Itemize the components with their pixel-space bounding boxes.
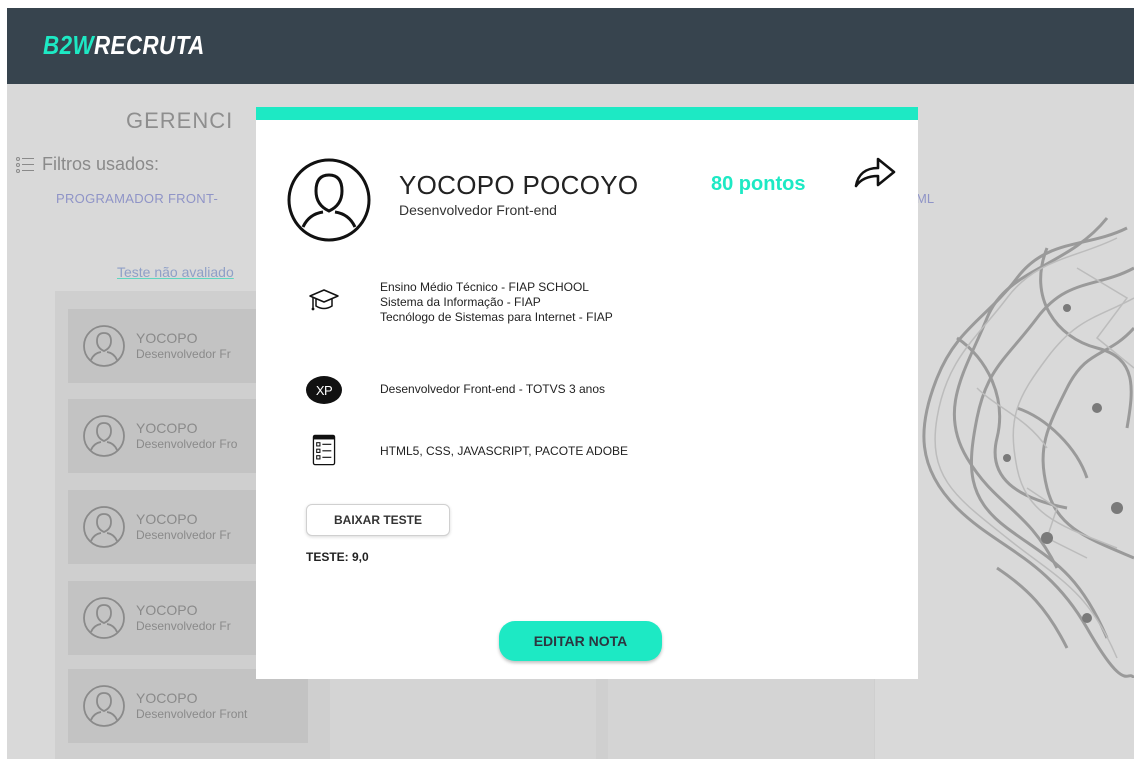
education-row: Ensino Médio Técnico - FIAP SCHOOL Siste… (304, 280, 613, 325)
candidate-points: 80 pontos (711, 173, 806, 195)
app-frame: B2WRECRUTA GERENCI Filtros usados: PROGR… (7, 8, 1134, 759)
candidate-role: Desenvolvedor Fr (136, 528, 231, 542)
education-item: Sistema da Informação - FIAP (380, 295, 541, 309)
page-title: GERENCI (126, 108, 234, 133)
brand-logo[interactable]: B2WRECRUTA (43, 30, 205, 61)
education-item: Tecnólogo de Sistemas para Internet - FI… (380, 310, 613, 324)
skills-row: HTML5, CSS, JAVASCRIPT, PACOTE ADOBE (304, 430, 628, 470)
checklist-icon (304, 430, 344, 470)
candidate-card[interactable]: YOCOPO Desenvolvedor Front (68, 669, 308, 743)
candidates-column (330, 668, 596, 759)
filter-chip-html[interactable]: ML (916, 191, 934, 206)
candidate-name: YOCOPO (136, 330, 198, 346)
candidate-role: Desenvolvedor Front (136, 707, 248, 721)
candidate-role: Desenvolvedor Fro (136, 437, 238, 451)
candidate-detail-modal: YOCOPO POCOYO Desenvolvedor Front-end 80… (256, 107, 918, 679)
filters-header: Filtros usados: (16, 154, 159, 175)
user-avatar-icon (287, 158, 371, 242)
user-avatar-icon (83, 597, 125, 639)
candidate-name: YOCOPO (136, 420, 198, 436)
filters-label: Filtros usados: (42, 154, 160, 174)
xp-badge: XP (306, 376, 342, 404)
education-list: Ensino Médio Técnico - FIAP SCHOOL Siste… (380, 280, 613, 325)
user-avatar-icon (83, 325, 125, 367)
candidate-name: YOCOPO POCOYO (399, 170, 639, 200)
xp-badge-icon: XP (304, 370, 344, 410)
candidate-role: Desenvolvedor Fr (136, 347, 231, 361)
user-avatar-icon (83, 506, 125, 548)
tab-not-evaluated[interactable]: Teste não avaliado (117, 264, 234, 280)
top-bar: B2WRECRUTA (7, 8, 1134, 84)
experience-text: Desenvolvedor Front-end - TOTVS 3 anos (380, 382, 605, 396)
candidates-column (608, 668, 874, 759)
decorative-artwork (922, 217, 1134, 678)
experience-row: XP Desenvolvedor Front-end - TOTVS 3 ano… (304, 370, 605, 410)
filter-list-icon (16, 156, 34, 173)
brand-part-1: B2W (43, 30, 94, 60)
brand-part-2: RECRUTA (93, 30, 205, 60)
share-icon[interactable] (852, 152, 898, 192)
download-test-button[interactable]: BAIXAR TESTE (306, 504, 450, 536)
candidate-name: YOCOPO (136, 602, 198, 618)
candidate-role: Desenvolvedor Fr (136, 619, 231, 633)
candidate-role: Desenvolvedor Front-end (399, 202, 557, 218)
user-avatar-icon (83, 415, 125, 457)
education-item: Ensino Médio Técnico - FIAP SCHOOL (380, 280, 589, 294)
graduation-cap-icon (304, 280, 344, 320)
test-score: TESTE: 9,0 (306, 550, 369, 564)
candidate-name: YOCOPO (136, 690, 198, 706)
skills-text: HTML5, CSS, JAVASCRIPT, PACOTE ADOBE (380, 444, 629, 458)
filter-chip-front[interactable]: PROGRAMADOR FRONT- (56, 191, 218, 206)
candidate-name: YOCOPO (136, 511, 198, 527)
user-avatar-icon (83, 685, 125, 727)
edit-grade-button[interactable]: EDITAR NOTA (499, 621, 662, 661)
